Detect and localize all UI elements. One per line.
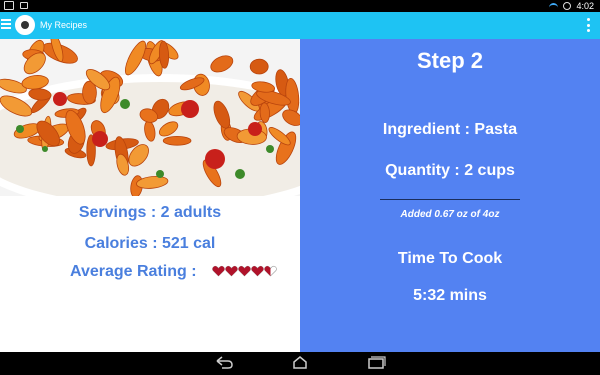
notification-icons [4,1,28,10]
rating-label: Average Rating : [70,263,197,280]
app-title: My Recipes [40,20,88,30]
calories-text: Calories : 521 cal [84,235,216,252]
average-rating: Average Rating : [0,263,300,283]
app-logo-icon[interactable] [15,15,35,35]
app-bar: My Recipes [0,12,600,39]
status-bar: 4:02 [0,0,600,12]
step-title: Step 2 [416,48,484,73]
heart-icon [238,265,251,277]
added-amount-text: Added 0.67 oz of 4oz [400,209,500,220]
heart-icon [225,265,238,277]
overflow-menu-icon[interactable] [586,18,590,32]
heart-icon [251,265,264,277]
recipe-info-panel: Servings : 2 adults Calories : 521 cal A… [0,39,300,352]
time-to-cook-label: Time To Cook [397,250,503,267]
menu-icon[interactable] [1,17,11,33]
quantity-text: Quantity : 2 cups [385,162,515,179]
servings-text: Servings : 2 adults [78,204,222,221]
back-icon[interactable] [214,356,234,370]
home-icon[interactable] [290,356,310,370]
divider [380,199,520,200]
step-panel: Step 2 Ingredient : Pasta Quantity : 2 c… [300,39,600,352]
rating-hearts [212,265,277,277]
status-time: 4:02 [576,1,594,11]
alarm-icon [563,2,572,10]
wifi-icon [549,2,559,10]
heart-icon [212,265,225,277]
heart-icon [264,265,277,277]
recent-apps-icon[interactable] [366,356,386,370]
navigation-bar [0,352,600,375]
screenshot-notification-icon [4,1,14,10]
pasta-dish-image [0,39,300,196]
image-notification-icon [20,2,28,9]
time-to-cook-value: 5:32 mins [413,287,487,304]
ingredient-text: Ingredient : Pasta [382,121,518,138]
